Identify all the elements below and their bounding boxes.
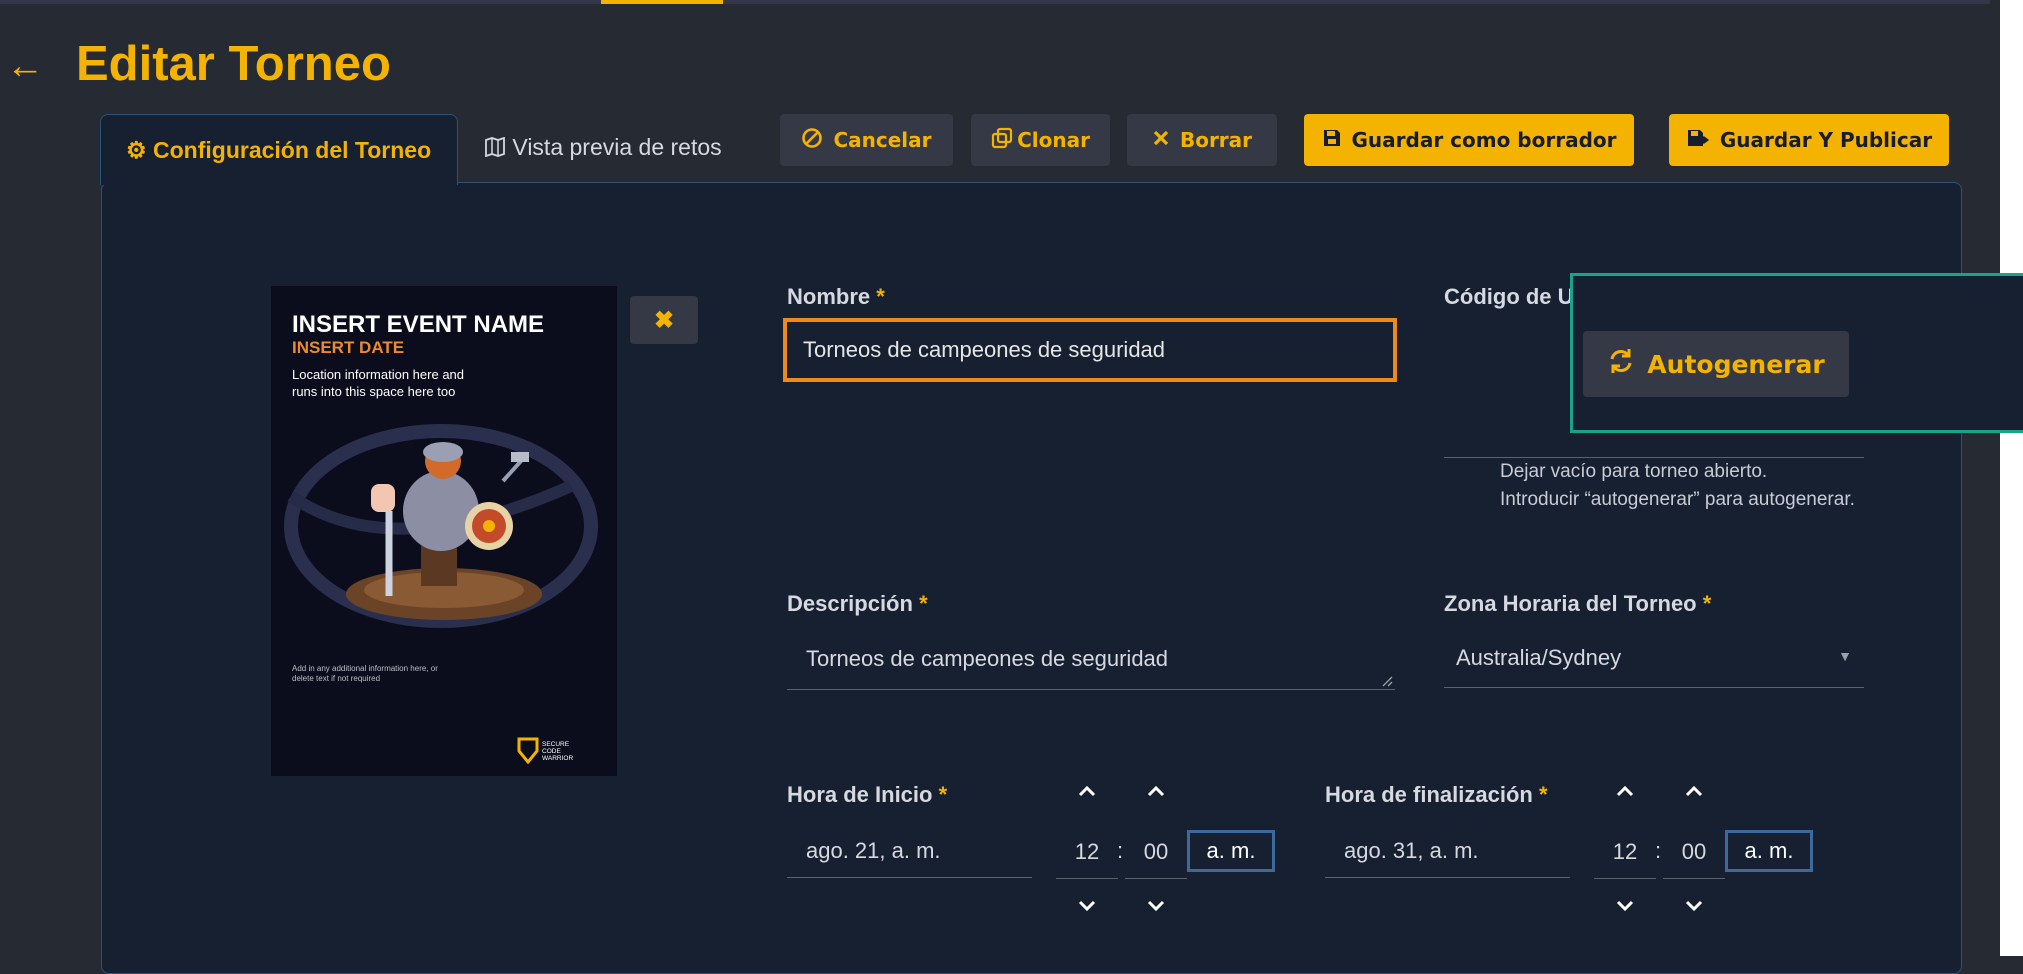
viking-warrior-illustration	[284, 424, 598, 628]
end-minute-increment[interactable]	[1663, 778, 1725, 804]
start-minute-increment[interactable]	[1125, 778, 1187, 804]
end-date-input[interactable]: ago. 31, a. m.	[1325, 828, 1570, 878]
tab-vista-previa[interactable]: Vista previa de retos	[484, 134, 722, 161]
ban-icon	[801, 127, 823, 154]
tournament-poster-image: INSERT EVENT NAME INSERT DATE Location i…	[271, 286, 617, 776]
end-hour-decrement[interactable]	[1594, 893, 1656, 919]
autogenerate-button-label: Autogenerar	[1647, 349, 1825, 379]
chevron-up-icon	[1616, 785, 1634, 797]
autogenerate-button[interactable]: Autogenerar	[1583, 331, 1849, 397]
timezone-value: Australia/Sydney	[1456, 645, 1622, 670]
svg-text:WARRIOR: WARRIOR	[542, 755, 573, 762]
start-ampm-toggle[interactable]: a. m.	[1187, 830, 1275, 872]
timezone-label-text: Zona Horaria del Torneo	[1444, 591, 1697, 616]
top-bar	[0, 0, 1990, 4]
poster-event-date: INSERT DATE	[292, 338, 405, 357]
chevron-down-icon	[1616, 900, 1634, 912]
back-arrow-icon[interactable]: ←	[6, 46, 44, 86]
chevron-down-icon	[1147, 900, 1165, 912]
secure-code-warrior-logo: SECURE CODE WARRIOR	[516, 736, 586, 765]
tab-configuracion-label: Configuración del Torneo	[153, 137, 432, 163]
remove-image-button[interactable]: ✖	[630, 296, 698, 344]
code-help-2: Introducir “autogenerar” para autogenera…	[1500, 489, 1855, 510]
required-mark: *	[1538, 782, 1548, 807]
top-bar-active-indicator	[601, 0, 723, 4]
description-value: Torneos de campeones de seguridad	[806, 646, 1169, 671]
end-ampm-toggle[interactable]: a. m.	[1725, 830, 1813, 872]
save-draft-button[interactable]: Guardar como borrador	[1304, 114, 1634, 166]
svg-text:SECURE: SECURE	[542, 741, 570, 748]
chevron-down-icon	[1685, 900, 1703, 912]
delete-button[interactable]: Borrar	[1127, 114, 1277, 166]
end-time-label: Hora de finalización *	[1325, 782, 1548, 808]
description-label: Descripción *	[787, 591, 928, 617]
code-input-underline	[1444, 457, 1864, 458]
save-publish-button-label: Guardar Y Publicar	[1719, 128, 1933, 152]
chevron-up-icon	[1078, 785, 1096, 797]
chevron-down-icon	[1078, 900, 1096, 912]
clone-button[interactable]: Clonar	[971, 114, 1110, 166]
save-publish-button[interactable]: Guardar Y Publicar	[1669, 114, 1949, 166]
required-mark: *	[919, 591, 928, 616]
name-label: Nombre *	[787, 284, 885, 310]
cancel-button-label: Cancelar	[833, 128, 932, 152]
map-book-icon	[484, 134, 512, 160]
start-minute-input[interactable]: 00	[1125, 829, 1187, 879]
end-time-label-text: Hora de finalización	[1325, 782, 1533, 807]
poster-extra-info: Add in any additional information here, …	[292, 664, 438, 683]
start-time-label: Hora de Inicio *	[787, 782, 947, 808]
end-hour-increment[interactable]	[1594, 778, 1656, 804]
clone-icon	[991, 127, 1013, 154]
save-publish-icon	[1686, 128, 1710, 153]
floppy-disk-icon	[1322, 128, 1342, 153]
chevron-up-icon	[1147, 785, 1165, 797]
end-minute-decrement[interactable]	[1663, 893, 1725, 919]
sync-icon	[1607, 347, 1635, 381]
clone-button-label: Clonar	[1017, 128, 1090, 152]
description-textarea[interactable]: Torneos de campeones de seguridad	[787, 630, 1395, 690]
description-label-text: Descripción	[787, 591, 913, 616]
timezone-select[interactable]: Australia/Sydney ▼	[1444, 630, 1864, 688]
start-minute-decrement[interactable]	[1125, 893, 1187, 919]
tab-vista-previa-label: Vista previa de retos	[512, 134, 722, 160]
code-help-1: Dejar vacío para torneo abierto.	[1500, 461, 1768, 482]
start-date-input[interactable]: ago. 21, a. m.	[787, 828, 1032, 878]
svg-text:CODE: CODE	[542, 748, 561, 755]
window-edge	[2000, 0, 2023, 956]
start-hour-decrement[interactable]	[1056, 893, 1118, 919]
autogenerate-highlight: Autogenerar	[1570, 273, 2023, 433]
poster-event-name: INSERT EVENT NAME	[292, 311, 545, 338]
close-x-icon: ✖	[653, 306, 675, 334]
end-time-colon: :	[1655, 838, 1662, 863]
start-time-label-text: Hora de Inicio	[787, 782, 933, 807]
required-mark: *	[1702, 591, 1712, 616]
required-mark: *	[876, 284, 885, 309]
start-time-colon: :	[1117, 838, 1124, 863]
name-label-text: Nombre	[787, 284, 871, 309]
tab-configuracion[interactable]: ⚙ Configuración del Torneo	[100, 114, 458, 185]
required-mark: *	[938, 782, 948, 807]
resize-handle-icon[interactable]	[1381, 675, 1393, 687]
delete-button-label: Borrar	[1179, 128, 1253, 152]
dropdown-caret-icon: ▼	[1838, 648, 1852, 664]
start-hour-increment[interactable]	[1056, 778, 1118, 804]
start-hour-input[interactable]: 12	[1056, 829, 1118, 879]
end-minute-input[interactable]: 00	[1663, 829, 1725, 879]
name-input[interactable]	[783, 318, 1397, 382]
end-hour-input[interactable]: 12	[1594, 829, 1656, 879]
close-x-icon	[1152, 128, 1170, 152]
code-label: Código de U	[1444, 284, 1574, 309]
poster-location: Location information here and runs into …	[292, 367, 465, 399]
chevron-up-icon	[1685, 785, 1703, 797]
gear-icon: ⚙	[126, 137, 147, 163]
timezone-label: Zona Horaria del Torneo *	[1444, 591, 1711, 617]
save-draft-button-label: Guardar como borrador	[1351, 128, 1617, 152]
page-title: Editar Torneo	[76, 37, 391, 91]
cancel-button[interactable]: Cancelar	[780, 114, 953, 166]
